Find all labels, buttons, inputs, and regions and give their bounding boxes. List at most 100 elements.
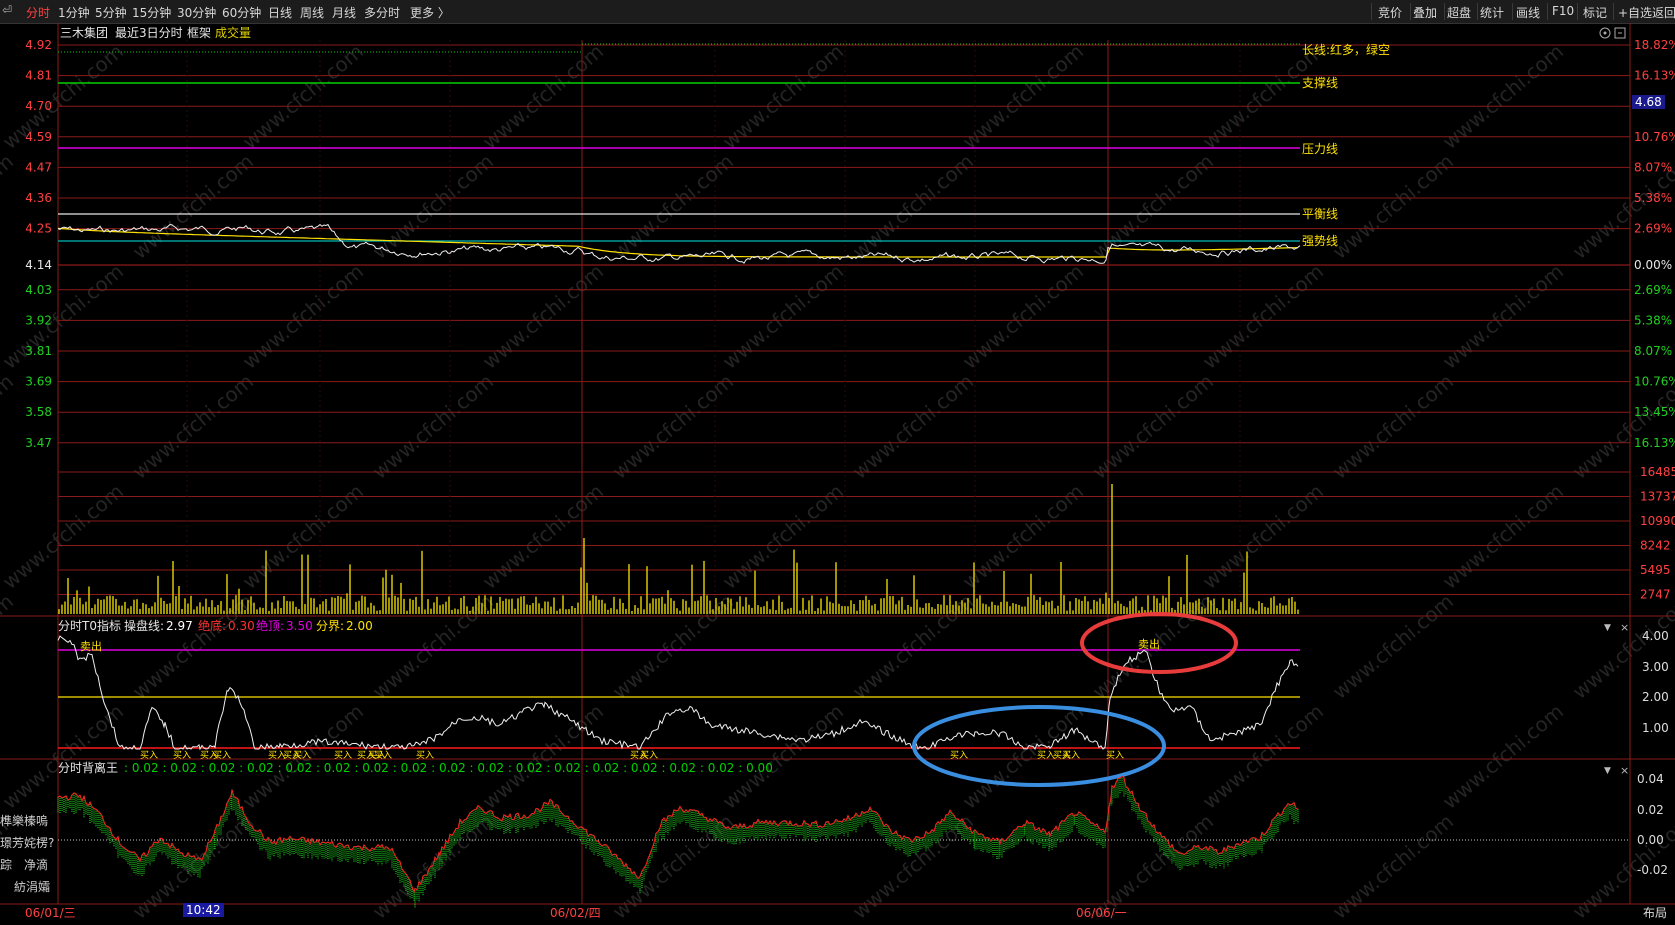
watermark-text: www.cfchi.com <box>1438 699 1568 814</box>
price-axis-left: 4.92 4.81 4.70 4.59 4.47 4.36 4.25 4.14 4.03 3.92… <box>25 38 52 450</box>
stats-button[interactable]: 统计 <box>1480 4 1504 21</box>
watermark-text: www.cfchi.com <box>0 149 18 264</box>
date-label-2: 06/02/四 <box>550 906 601 920</box>
percent-tick-label: 16.13% <box>1634 69 1675 83</box>
watermark-text: www.cfchi.com <box>0 259 128 374</box>
watermark-text: www.cfchi.com <box>478 259 608 374</box>
watermark-text: www.cfchi.com <box>1328 149 1458 264</box>
panel-menu-icon[interactable]: ▼ <box>1604 623 1611 633</box>
draw-line-button[interactable]: 画线 <box>1516 4 1540 21</box>
left-menu-item-5[interactable]: 紡涓孀 <box>14 879 50 894</box>
tab-1min[interactable]: 1分钟 <box>58 4 90 21</box>
price-tick-label: 3.69 <box>25 375 52 389</box>
add-watchlist-button[interactable]: +自选 <box>1618 4 1652 21</box>
mark-button[interactable]: 标记 <box>1583 4 1607 21</box>
price-tick-label: 4.25 <box>25 222 52 236</box>
percent-tick-label: 8.07% <box>1634 344 1672 358</box>
toolbar-divider <box>1477 3 1478 20</box>
price-tick-label: 4.36 <box>25 191 52 205</box>
watermark-text: www.cfchi.com <box>128 149 258 264</box>
price-tick-label: 4.59 <box>25 130 52 144</box>
t0-border-value: 2.00 <box>346 619 373 633</box>
t0-tick-label: 3.00 <box>1642 660 1669 674</box>
toolbar-divider <box>1613 3 1614 20</box>
panel-menu-icon[interactable]: ▼ <box>1604 766 1611 776</box>
divergence-values: : 0.02 : 0.02 : 0.02 : 0.02 : 0.02 : 0.0… <box>124 761 773 775</box>
watermark-text: www.cfchi.com <box>238 259 368 374</box>
return-button[interactable]: 返回 <box>1652 4 1675 21</box>
watermark-text: www.cfchi.com <box>0 369 18 484</box>
date-label-3: 06/06/一 <box>1076 906 1127 920</box>
sell-signal-label: 卖出 <box>1138 637 1160 651</box>
buy-signal-label: 买入 <box>1062 750 1080 761</box>
overlay-button[interactable]: 叠加 <box>1413 4 1437 21</box>
zoom-icon[interactable] <box>1614 27 1626 39</box>
t0-bottom-value: 0.30 <box>228 619 255 633</box>
panel-close-icon[interactable]: × <box>1620 621 1629 634</box>
watermark-text: www.cfchi.com <box>1198 699 1328 814</box>
super-button[interactable]: 超盘 <box>1447 4 1471 21</box>
bid-button[interactable]: 竞价 <box>1378 4 1402 21</box>
volume-tick-label: 8242 <box>1640 539 1671 553</box>
price-tick-label: 3.92 <box>25 313 52 327</box>
tab-monthly[interactable]: 月线 <box>332 4 356 21</box>
watermark-text: www.cfchi.com <box>1198 259 1328 374</box>
pressure-line-label: 压力线 <box>1302 142 1338 156</box>
panel-close-icon[interactable]: × <box>1620 764 1629 777</box>
price-tick-label: 3.58 <box>25 405 52 419</box>
back-icon[interactable]: ⏎ <box>2 3 12 17</box>
percent-tick-label: 16.13% <box>1634 436 1675 450</box>
buy-signal-label: 买入 <box>950 750 968 761</box>
panel-settings-icon[interactable] <box>1599 27 1611 39</box>
t0-tick-label: 2.00 <box>1642 690 1669 704</box>
more-menu[interactable]: 更多 〉 <box>410 4 450 21</box>
buy-signal-label: 买入 <box>173 750 191 761</box>
watermark-text: www.cfchi.com <box>958 259 1088 374</box>
watermark-text: www.cfchi.com <box>1568 589 1675 704</box>
divergence-tick-label: -0.02 <box>1637 863 1668 877</box>
t0-top-value: 3.50 <box>286 619 313 633</box>
buy-signal-label: 买入 <box>416 750 434 761</box>
t0-bottom-label: 绝底: <box>198 618 226 633</box>
percent-tick-label: 18.82% <box>1634 38 1675 52</box>
tab-weekly[interactable]: 周线 <box>300 4 324 21</box>
watermark-text: www.cfchi.com <box>1088 149 1218 264</box>
tab-multi-intraday[interactable]: 多分时 <box>364 4 400 21</box>
layout-button[interactable]: 布局 <box>1643 906 1667 920</box>
buy-signal-label: 买入 <box>213 750 231 761</box>
watermark-text: www.cfchi.com <box>478 699 608 814</box>
tab-5min[interactable]: 5分钟 <box>95 4 127 21</box>
period-toolbar: ⏎ 分时 1分钟 5分钟 15分钟 30分钟 60分钟 日线 周线 月线 多分时… <box>0 0 1675 24</box>
watermark: www.cfchi.com www.cfchi.com www.cfchi.com w… <box>0 39 1675 924</box>
watermark-text: www.cfchi.com <box>1328 809 1458 924</box>
tab-daily[interactable]: 日线 <box>268 4 292 21</box>
f10-button[interactable]: F10 <box>1552 4 1574 18</box>
price-tick-label: 4.03 <box>25 283 52 297</box>
tab-15min[interactable]: 15分钟 <box>132 4 171 21</box>
period-label: 最近3日分时 <box>115 26 183 40</box>
left-menu-item-3[interactable]: 踪 <box>0 858 12 872</box>
tab-60min[interactable]: 60分钟 <box>222 4 261 21</box>
watermark-text: www.cfchi.com <box>128 369 258 484</box>
toolbar-divider <box>1371 3 1372 20</box>
tab-30min[interactable]: 30分钟 <box>177 4 216 21</box>
buy-signal-label: 买入 <box>334 750 352 761</box>
percent-tick-label: 0.00% <box>1634 258 1672 272</box>
left-menu-item-4[interactable]: 净滴 <box>24 857 48 872</box>
intraday-chart[interactable]: www.cfchi.com www.cfchi.com www.cfchi.com w… <box>0 23 1675 925</box>
volume-tick-label: 2747 <box>1640 588 1671 602</box>
watermark-text: www.cfchi.com <box>1328 589 1458 704</box>
sell-signal-label: 卖出 <box>80 639 102 653</box>
left-menu-item-1[interactable]: 榫樂榛嗚 <box>0 813 48 828</box>
left-menu-item-2[interactable]: 璟芳姹楞? <box>0 835 54 850</box>
volume-tick-label: 13737 <box>1640 490 1675 504</box>
percent-tick-label: 5.38% <box>1634 191 1672 205</box>
percent-tick-label: 8.07% <box>1634 160 1672 174</box>
toolbar-divider <box>1547 3 1548 20</box>
balance-line-label: 平衡线 <box>1302 207 1338 221</box>
buy-signal-label: 买入 <box>374 750 392 761</box>
long-line-label: 长线:红多，绿空 <box>1302 42 1390 57</box>
price-tick-label: 4.47 <box>25 160 52 174</box>
percent-tick-label: 2.69% <box>1634 222 1672 236</box>
tab-intraday[interactable]: 分时 <box>26 4 50 21</box>
